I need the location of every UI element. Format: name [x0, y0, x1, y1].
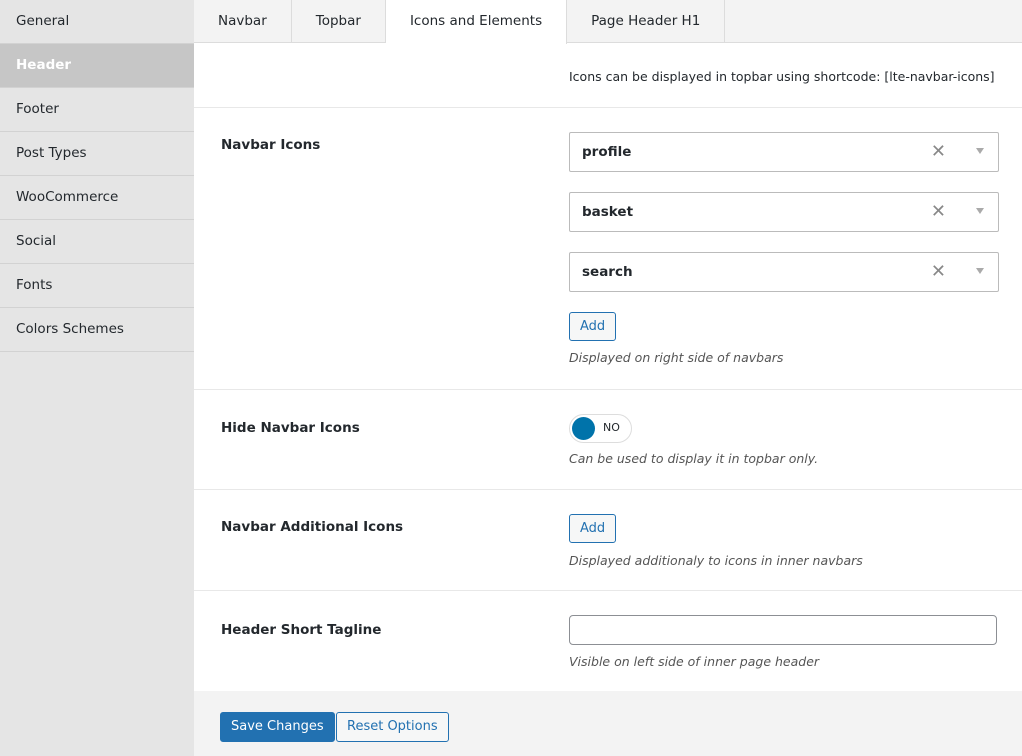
clear-icon[interactable]: ✕	[931, 253, 946, 291]
header-tagline-field: Visible on left side of inner page heade…	[569, 615, 997, 669]
shortcode-notice: Icons can be displayed in topbar using s…	[569, 69, 995, 84]
main-panel: Navbar Topbar Icons and Elements Page He…	[194, 0, 1022, 756]
sidebar-item-colors-schemes[interactable]: Colors Schemes	[0, 308, 194, 352]
sidebar: General Header Footer Post Types WooComm…	[0, 0, 194, 756]
navbar-additional-icons-field: Add Displayed additionaly to icons in in…	[569, 514, 863, 568]
clear-icon[interactable]: ✕	[931, 193, 946, 231]
tab-bar: Navbar Topbar Icons and Elements Page He…	[194, 0, 1022, 44]
toggle-state-label: NO	[603, 421, 620, 434]
tab-topbar[interactable]: Topbar	[292, 0, 386, 43]
header-tagline-row: Header Short Tagline Visible on left sid…	[194, 591, 1022, 691]
header-tagline-input[interactable]	[569, 615, 997, 645]
sidebar-item-header[interactable]: Header	[0, 44, 194, 88]
navbar-icon-select-search[interactable]: search ✕	[569, 252, 999, 292]
sidebar-item-social[interactable]: Social	[0, 220, 194, 264]
sidebar-item-general[interactable]: General	[0, 0, 194, 44]
hide-navbar-icons-field: NO Can be used to display it in topbar o…	[569, 414, 818, 466]
select-value: basket	[582, 204, 634, 220]
reset-options-button[interactable]: Reset Options	[336, 712, 449, 742]
sidebar-item-footer[interactable]: Footer	[0, 88, 194, 132]
navbar-icons-row: Navbar Icons profile ✕ basket ✕ search ✕	[194, 108, 1022, 390]
chevron-down-icon[interactable]	[976, 268, 984, 274]
navbar-additional-icons-row: Navbar Additional Icons Add Displayed ad…	[194, 490, 1022, 591]
navbar-icon-select-profile[interactable]: profile ✕	[569, 132, 999, 172]
navbar-icon-select-basket[interactable]: basket ✕	[569, 192, 999, 232]
tab-page-header-h1[interactable]: Page Header H1	[567, 0, 726, 43]
tab-icons-and-elements[interactable]: Icons and Elements	[385, 0, 568, 44]
sidebar-item-woocommerce[interactable]: WooCommerce	[0, 176, 194, 220]
notice-row: Icons can be displayed in topbar using s…	[194, 43, 1022, 108]
navbar-additional-icons-description: Displayed additionaly to icons in inner …	[569, 553, 863, 568]
chevron-down-icon[interactable]	[976, 148, 984, 154]
header-tagline-label: Header Short Tagline	[221, 622, 382, 638]
navbar-icons-field: profile ✕ basket ✕ search ✕ Add Displaye…	[569, 132, 999, 365]
navbar-icons-label: Navbar Icons	[221, 137, 321, 153]
select-value: profile	[582, 144, 632, 160]
hide-navbar-icons-toggle[interactable]: NO	[569, 414, 632, 443]
sidebar-item-fonts[interactable]: Fonts	[0, 264, 194, 308]
navbar-icons-add-button[interactable]: Add	[569, 312, 617, 341]
settings-content: Icons can be displayed in topbar using s…	[194, 43, 1022, 691]
chevron-down-icon[interactable]	[976, 208, 984, 214]
hide-navbar-icons-row: Hide Navbar Icons NO Can be used to disp…	[194, 390, 1022, 490]
hide-navbar-icons-description: Can be used to display it in topbar only…	[569, 451, 819, 466]
header-tagline-description: Visible on left side of inner page heade…	[569, 654, 820, 669]
save-changes-button[interactable]: Save Changes	[220, 712, 335, 742]
sidebar-item-post-types[interactable]: Post Types	[0, 132, 194, 176]
tab-navbar[interactable]: Navbar	[194, 0, 292, 43]
select-value: search	[582, 264, 633, 280]
navbar-icons-description: Displayed on right side of navbars	[569, 350, 784, 365]
clear-icon[interactable]: ✕	[931, 133, 946, 171]
toggle-knob	[572, 417, 595, 440]
hide-navbar-icons-label: Hide Navbar Icons	[221, 420, 360, 436]
navbar-additional-icons-label: Navbar Additional Icons	[221, 519, 404, 535]
action-bar: Save Changes Reset Options	[194, 691, 1022, 756]
navbar-additional-icons-add-button[interactable]: Add	[569, 514, 617, 543]
